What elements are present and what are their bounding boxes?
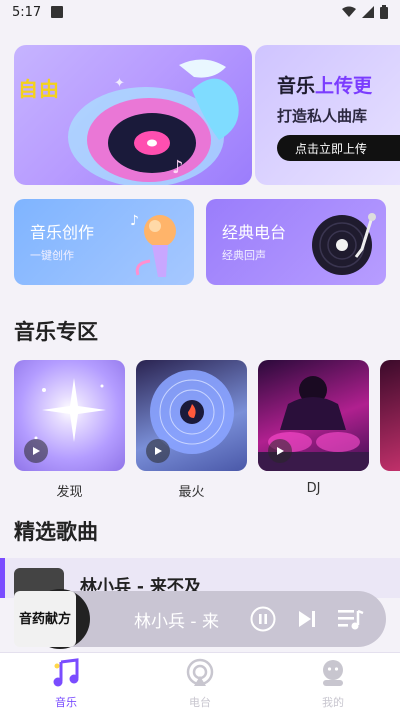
tab-profile-label: 我的 — [322, 696, 344, 709]
vinyl-illustration: ♪ ✦ — [68, 59, 239, 185]
music-zone-title: 音乐专区 — [14, 320, 98, 344]
zone-label-dj: DJ — [306, 481, 321, 496]
upload-now-button[interactable]: 点击立即上传 — [277, 135, 400, 161]
zone-item-hottest[interactable] — [136, 360, 247, 471]
music-creation-subtitle: 一键创作 — [30, 249, 74, 262]
banner-title-part-a: 音乐 — [277, 75, 316, 97]
svg-text:♪: ♪ — [130, 213, 139, 229]
player-cover-text: 音药献方 — [19, 611, 71, 627]
play-icon[interactable] — [146, 439, 170, 463]
classic-radio-subtitle: 经典回声 — [222, 249, 266, 262]
notification-icon — [51, 6, 64, 18]
zone-label-hottest: 最火 — [178, 485, 205, 500]
radio-icon — [186, 658, 214, 686]
tab-music-label: 音乐 — [55, 696, 77, 709]
tab-radio-label: 电台 — [189, 696, 211, 709]
banner-right-subtitle: 打造私人曲库 — [277, 107, 368, 125]
status-bar: 5:17 — [0, 0, 400, 24]
banner-right-title: 音乐上传更 — [277, 71, 372, 98]
zone-item-dj[interactable] — [258, 360, 369, 471]
bottom-tab-bar: 音乐 电台 我的 — [0, 652, 400, 712]
mini-player[interactable]: 音药献方 林小兵 - 来 — [14, 589, 386, 649]
tab-music[interactable]: 音乐 — [26, 653, 106, 712]
banner-slide-upload[interactable]: 音乐上传更 打造私人曲库 点击立即上传 — [255, 45, 400, 185]
zone-label-discover: 发现 — [56, 485, 83, 500]
next-track-button[interactable] — [296, 608, 318, 630]
play-icon[interactable] — [24, 439, 48, 463]
banner-title-part-b: 上传更 — [315, 75, 373, 97]
playlist-button[interactable] — [336, 607, 364, 631]
banner-slide-free[interactable]: 自由 ♪ ✦ — [14, 45, 252, 185]
tab-profile[interactable]: 我的 — [293, 653, 373, 712]
music-note-icon — [53, 658, 79, 687]
featured-songs-title: 精选歌曲 — [14, 520, 98, 544]
turntable-icon — [312, 213, 376, 275]
svg-text:✦: ✦ — [114, 76, 125, 91]
player-cover: 音药献方 — [14, 589, 90, 649]
zone-item-next[interactable] — [380, 360, 400, 471]
classic-radio-title: 经典电台 — [222, 223, 287, 242]
battery-icon — [380, 5, 388, 19]
tab-radio[interactable]: 电台 — [160, 653, 240, 712]
microphone-icon: ♪ — [130, 213, 176, 277]
profile-icon — [323, 660, 343, 686]
now-playing-title: 林小兵 - 来 — [134, 612, 219, 632]
zone-item-discover[interactable] — [14, 360, 125, 471]
play-icon[interactable] — [268, 439, 292, 463]
music-creation-card[interactable]: 音乐创作 一键创作 ♪ — [14, 199, 194, 285]
status-time: 5:17 — [12, 4, 42, 20]
classic-radio-card[interactable]: 经典电台 经典回声 — [206, 199, 386, 285]
wifi-icon — [342, 6, 356, 17]
pause-button[interactable] — [250, 606, 276, 632]
signal-icon — [362, 6, 374, 18]
music-creation-title: 音乐创作 — [30, 223, 95, 242]
svg-text:♪: ♪ — [172, 157, 184, 178]
song-row-indicator — [0, 558, 5, 598]
